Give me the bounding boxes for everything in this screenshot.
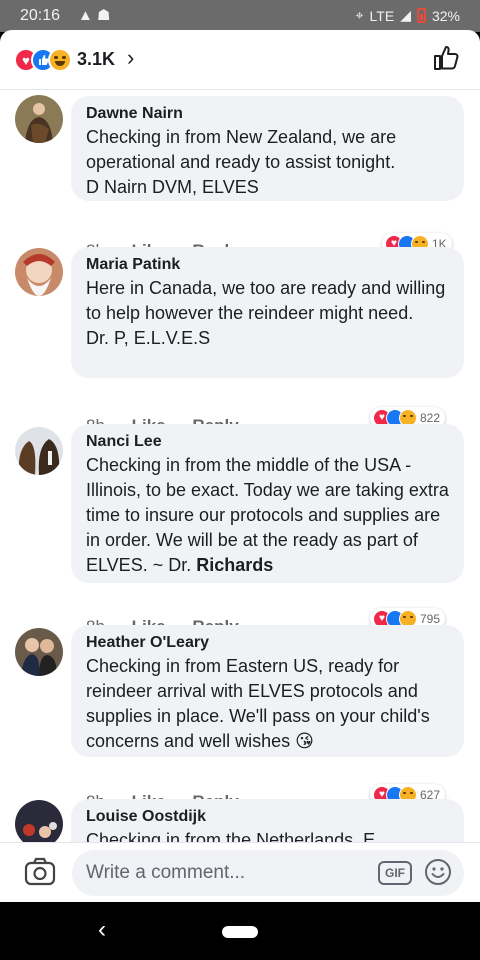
notification-icons: ▲ ☗	[78, 7, 111, 24]
avatar[interactable]	[15, 248, 63, 296]
comment-bubble: Maria Patink Here in Canada, we too are …	[71, 247, 464, 378]
thumbs-up-icon[interactable]	[432, 44, 460, 72]
comment-author[interactable]: Nanci Lee	[86, 431, 450, 453]
status-right: ⌖ LTE ◢ 32%	[356, 7, 460, 24]
avatar[interactable]	[15, 427, 63, 475]
kiss-emoji: 😘	[295, 731, 314, 751]
signal-icon: ◢	[400, 7, 411, 23]
camera-icon[interactable]	[24, 857, 56, 887]
avatar[interactable]	[15, 628, 63, 676]
comment-composer: GIF	[0, 842, 480, 902]
comment-author[interactable]: Dawne Nairn	[86, 103, 450, 125]
comment-text-main: Checking in from Eastern US, ready for r…	[86, 656, 430, 751]
comment-input-wrapper: GIF	[72, 850, 464, 896]
reaction-count: 795	[420, 612, 441, 626]
status-bar: 20:16 ▲ ☗ ⌖ LTE ◢ 32%	[0, 0, 480, 32]
reaction-summary[interactable]	[14, 48, 72, 72]
comment-bubble: Heather O'Leary Checking in from Eastern…	[71, 625, 464, 757]
comment-bubble: Nanci Lee Checking in from the middle of…	[71, 424, 464, 583]
comment-author[interactable]: Louise Oostdijk	[86, 806, 450, 828]
comment-text: Checking in from New Zealand, we are ope…	[86, 127, 397, 197]
comment-text-bold: Richards	[196, 555, 274, 575]
comment-text: Here in Canada, we too are ready and wil…	[86, 278, 446, 348]
battery-icon	[416, 8, 426, 23]
network-label: LTE	[369, 7, 395, 24]
smiley-icon[interactable]	[424, 858, 452, 886]
comment-author[interactable]: Heather O'Leary	[86, 632, 450, 654]
battery-percent: 32%	[431, 7, 460, 24]
comments-sheet: 3.1K › Dawne Nairn Checking in from New …	[0, 30, 480, 902]
comment-author[interactable]: Maria Patink	[86, 254, 450, 276]
haha-reaction-icon	[48, 48, 72, 72]
avatar[interactable]	[15, 95, 63, 143]
comment-input[interactable]	[86, 850, 366, 896]
home-pill-icon[interactable]	[222, 926, 258, 938]
reactions-header: 3.1K ›	[0, 30, 480, 90]
location-icon: ⌖	[355, 7, 364, 23]
comment-text: Checking in from Eastern US, ready for r…	[86, 654, 450, 754]
avatar[interactable]	[15, 800, 63, 848]
reaction-count[interactable]: 3.1K	[77, 49, 115, 70]
comment-text: Checking in from the middle of the USA -…	[86, 453, 450, 578]
back-icon[interactable]: ‹	[98, 916, 106, 944]
chevron-right-icon[interactable]: ›	[127, 45, 134, 71]
system-nav-bar: ‹	[0, 902, 480, 960]
comment-bubble: Dawne Nairn Checking in from New Zealand…	[71, 96, 464, 201]
status-time: 20:16	[20, 7, 61, 24]
reaction-count: 822	[420, 411, 441, 425]
gif-button[interactable]: GIF	[378, 861, 412, 885]
